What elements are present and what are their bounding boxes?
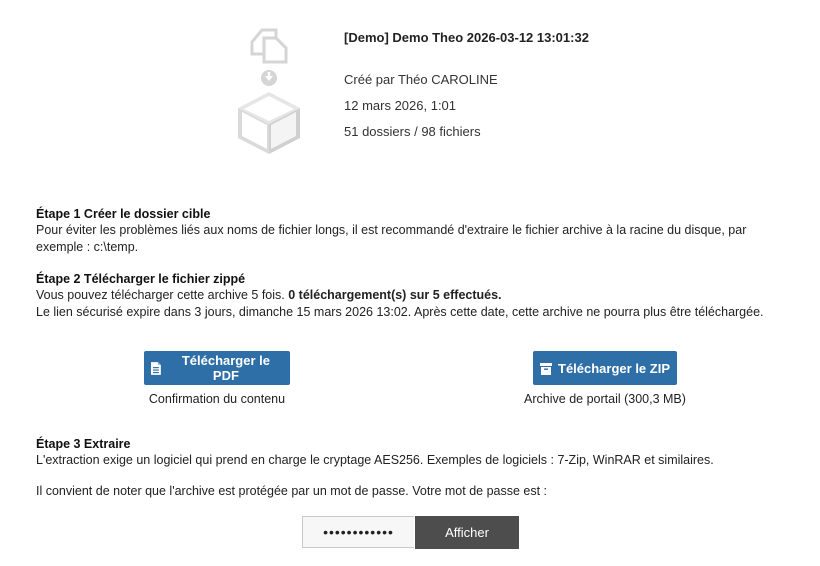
zip-caption: Archive de portail (300,3 MB) (524, 392, 686, 406)
step3-section: Étape 3 Extraire L'extraction exige un l… (36, 437, 796, 500)
show-password-button[interactable]: Afficher (415, 516, 519, 549)
archive-counts: 51 dossiers / 98 fichiers (344, 124, 481, 139)
step2-title: Étape 2 Télécharger le fichier zippé (36, 272, 246, 286)
step2-text-line1: Vous pouvez télécharger cette archive 5 … (36, 287, 796, 304)
download-pdf-button[interactable]: Télécharger le PDF (144, 351, 290, 385)
document-icon (150, 361, 161, 375)
download-arrow-icon (261, 70, 277, 86)
archive-illustration (232, 20, 308, 160)
step3-text: L'extraction exige un logiciel qui prend… (36, 453, 714, 467)
download-zip-button[interactable]: Télécharger le ZIP (533, 351, 677, 385)
step2-expiry: Le lien sécurisé expire dans 3 jours, di… (36, 305, 764, 319)
download-pdf-label: Télécharger le PDF (181, 353, 270, 383)
step1-section: Étape 1 Créer le dossier cible Pour évit… (36, 207, 796, 256)
step2-section: Étape 2 Télécharger le fichier zippé Vou… (36, 272, 796, 321)
pdf-caption: Confirmation du contenu (148, 392, 286, 406)
archive-icon (540, 362, 552, 375)
step2-download-count: 0 téléchargement(s) sur 5 effectués. (288, 288, 502, 302)
archive-date: 12 mars 2026, 1:01 (344, 98, 457, 113)
step3-title: Étape 3 Extraire (36, 437, 131, 451)
box-icon (238, 92, 300, 154)
copy-files-icon (250, 28, 288, 64)
step1-title: Étape 1 Créer le dossier cible (36, 207, 211, 221)
step1-text: Pour éviter les problèmes liés aux noms … (36, 223, 747, 254)
step2-download-limit: Vous pouvez télécharger cette archive 5 … (36, 288, 285, 302)
archive-creator: Créé par Théo CAROLINE (344, 72, 498, 87)
password-field[interactable] (302, 516, 414, 548)
download-zip-label: Télécharger le ZIP (558, 360, 670, 376)
archive-illustration-svg (238, 28, 300, 154)
password-note: Il convient de noter que l'archive est p… (36, 484, 548, 498)
archive-title: [Demo] Demo Theo 2026-03-12 13:01:32 (344, 30, 589, 45)
